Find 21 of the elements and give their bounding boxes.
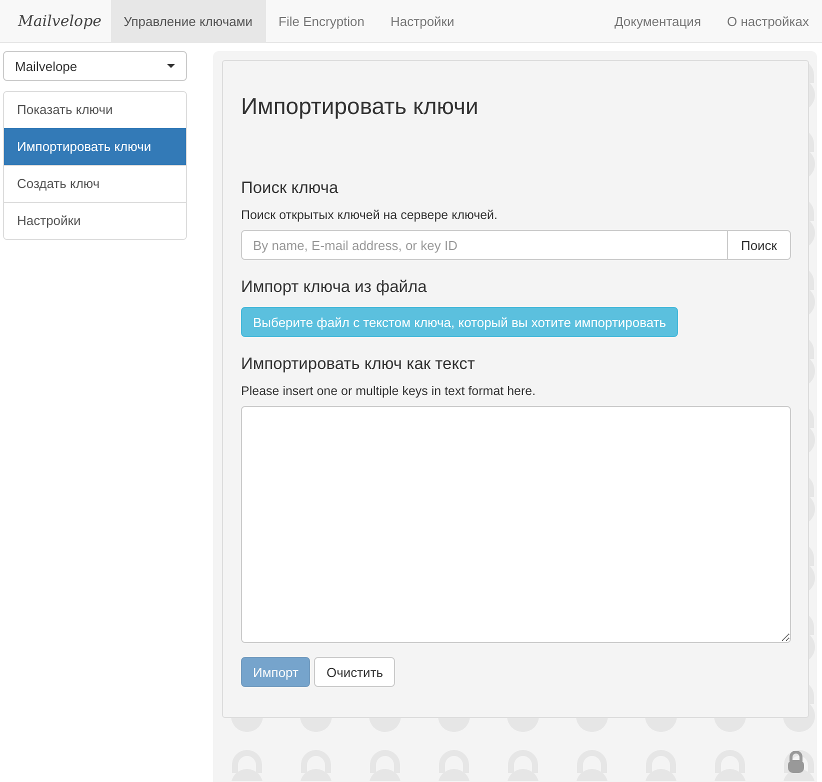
nav-tab[interactable]: File Encryption [266, 0, 378, 42]
text-import-description: Please insert one or multiple keys in text format here. [241, 384, 537, 398]
sidebar-item[interactable]: Настройки [4, 202, 186, 239]
section-heading: Импорт ключа из файла [241, 278, 428, 297]
padlock-icon [787, 751, 805, 773]
sidebar-item[interactable]: Импортировать ключи [4, 128, 186, 165]
section-heading: Поиск ключа [241, 179, 340, 198]
section-heading: Импортировать ключ как текст [241, 355, 476, 374]
key-text-area[interactable] [241, 406, 791, 643]
nav-link[interactable]: О настройках [714, 0, 822, 42]
nav-link[interactable]: Документация [601, 0, 714, 42]
clear-button[interactable]: Очистить [314, 657, 396, 687]
nav-tab[interactable]: Управление ключами [110, 0, 266, 42]
search-button[interactable]: Поиск [726, 230, 791, 260]
search-description: Поиск открытых ключей на сервере ключей. [241, 208, 499, 222]
search-field[interactable]: By name, E-mail address, or key ID [241, 230, 728, 260]
brand-logo[interactable]: Mailvelope [0, 0, 111, 42]
nav-tab[interactable]: Настройки [378, 0, 468, 42]
caret-icon [167, 64, 175, 68]
keyring-dropdown[interactable]: Mailvelope [3, 51, 187, 81]
page-title: Импортировать ключи [241, 92, 480, 121]
